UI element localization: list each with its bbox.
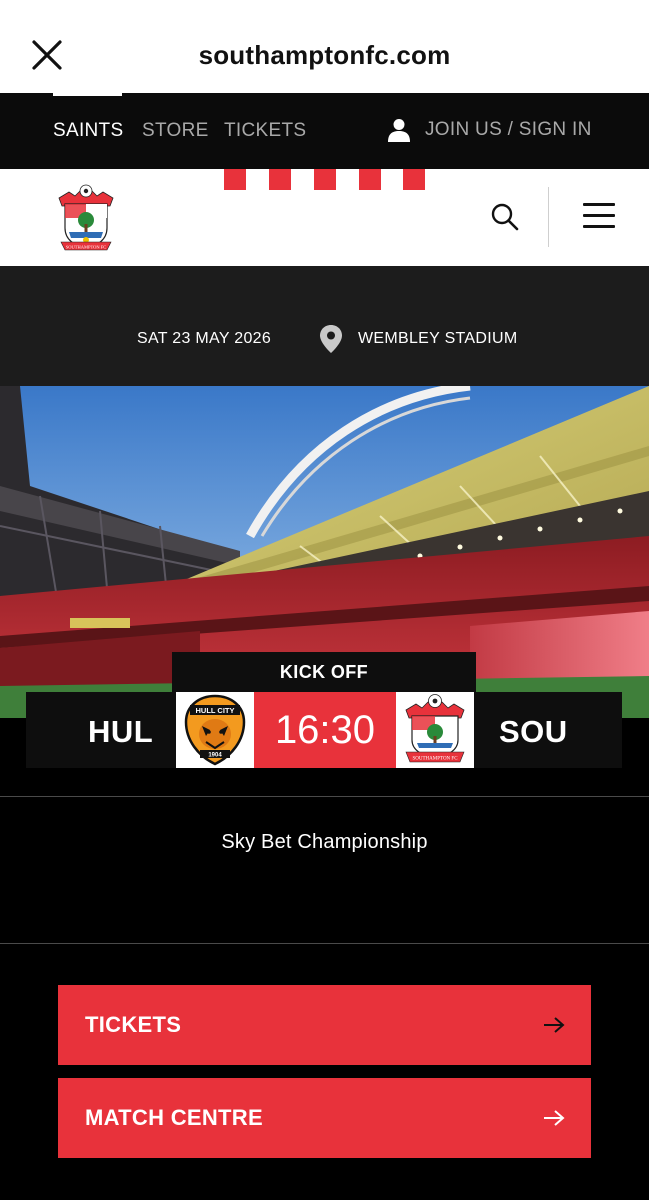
join-sign-in-link[interactable]: JOIN US / SIGN IN bbox=[425, 119, 592, 141]
header-stripe bbox=[314, 169, 336, 190]
match-venue: WEMBLEY STADIUM bbox=[358, 330, 518, 347]
browser-bar: southamptonfc.com bbox=[0, 0, 649, 93]
home-team-code: HUL bbox=[88, 714, 154, 749]
home-team-badge[interactable]: HULL CITY 1904 bbox=[176, 692, 254, 768]
tickets-button-label: TICKETS bbox=[85, 1012, 182, 1037]
arrow-right-icon bbox=[544, 1017, 565, 1033]
match-centre-button-label: MATCH CENTRE bbox=[85, 1105, 263, 1130]
match-centre-button[interactable]: MATCH CENTRE bbox=[58, 1078, 591, 1158]
site-header: SOUTHAMPTON FC bbox=[0, 169, 649, 266]
away-badge-text: SOUTHAMPTON FC bbox=[412, 757, 458, 762]
tickets-button[interactable]: TICKETS bbox=[58, 985, 591, 1065]
svg-text:SOUTHAMPTON FC: SOUTHAMPTON FC bbox=[66, 245, 107, 250]
top-navigation: SAINTS STORE TICKETS JOIN US / SIGN IN bbox=[0, 93, 649, 169]
search-icon[interactable] bbox=[490, 202, 520, 232]
arrow-right-icon bbox=[544, 1110, 565, 1126]
browser-domain: southamptonfc.com bbox=[198, 40, 451, 70]
away-team-badge[interactable]: SOUTHAMPTON FC bbox=[396, 692, 474, 768]
away-team-code: SOU bbox=[499, 714, 568, 749]
home-badge-text: HULL CITY bbox=[195, 706, 234, 715]
nav-item-store[interactable]: STORE bbox=[142, 120, 209, 142]
match-date: SAT 23 MAY 2026 bbox=[137, 330, 272, 347]
southampton-crest-logo[interactable]: SOUTHAMPTON FC bbox=[55, 182, 117, 252]
header-stripe bbox=[359, 169, 381, 190]
active-tab-indicator bbox=[53, 93, 122, 96]
header-stripe bbox=[403, 169, 425, 190]
nav-item-saints[interactable]: SAINTS bbox=[53, 120, 123, 142]
user-icon[interactable] bbox=[388, 118, 410, 142]
header-stripe bbox=[224, 169, 246, 190]
location-pin-icon bbox=[320, 325, 342, 353]
home-badge-year: 1904 bbox=[208, 753, 222, 759]
header-stripe bbox=[269, 169, 291, 190]
competition-name: Sky Bet Championship bbox=[221, 831, 428, 853]
kickoff-time: 16:30 bbox=[254, 692, 396, 768]
kickoff-label: KICK OFF bbox=[172, 652, 476, 692]
header-divider bbox=[548, 187, 549, 247]
divider bbox=[0, 943, 649, 944]
nav-item-tickets[interactable]: TICKETS bbox=[224, 120, 306, 142]
divider bbox=[0, 796, 649, 797]
match-info-band: SAT 23 MAY 2026 WEMBLEY STADIUM bbox=[0, 266, 649, 386]
hamburger-menu-icon[interactable] bbox=[583, 203, 615, 231]
